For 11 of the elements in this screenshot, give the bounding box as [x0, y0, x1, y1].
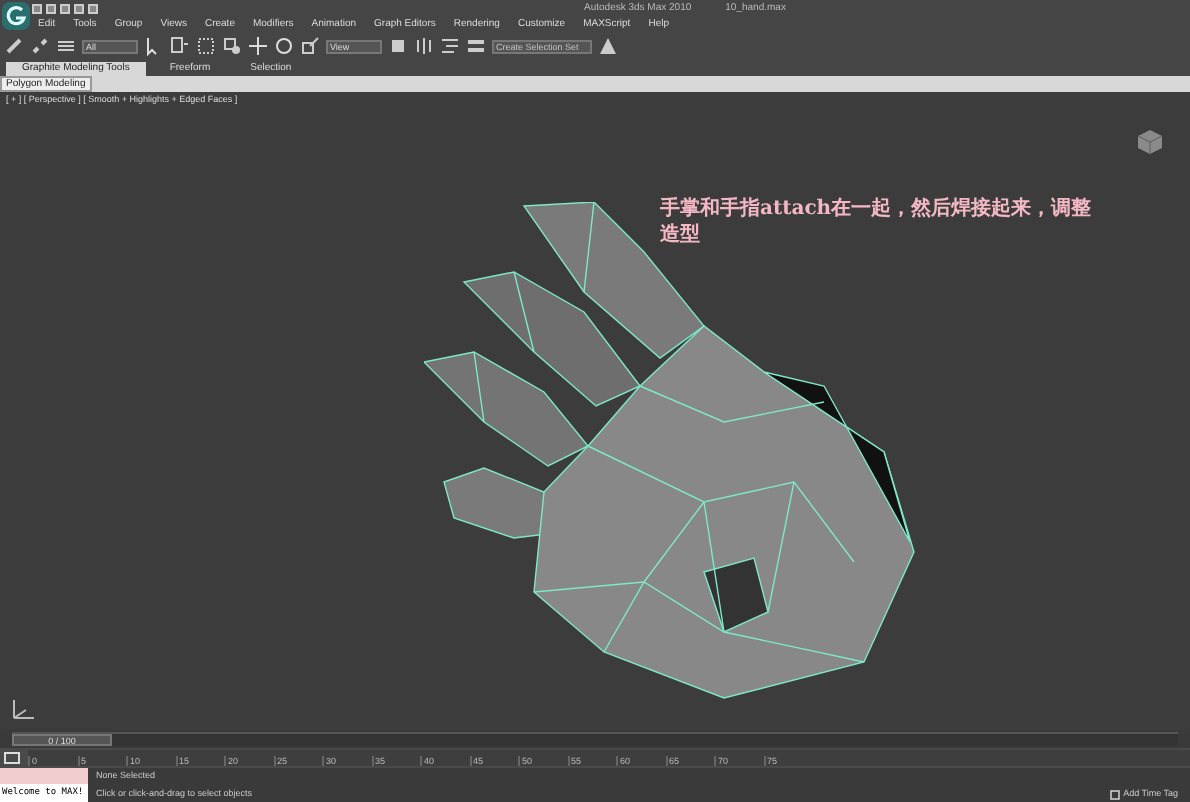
- window-crossing-icon[interactable]: [222, 36, 242, 56]
- scale-icon[interactable]: [300, 36, 320, 56]
- tag-icon[interactable]: [1109, 790, 1120, 800]
- axis-tripod-icon: [8, 698, 36, 722]
- annotation-text: 手掌和手指attach在一起，然后焊接起来，调整 造型: [660, 196, 1092, 248]
- app-logo-icon[interactable]: [2, 2, 30, 30]
- viewcube-icon[interactable]: [1136, 128, 1164, 156]
- rectangle-icon[interactable]: [196, 36, 216, 56]
- rotate-icon[interactable]: [274, 36, 294, 56]
- move-icon[interactable]: [248, 36, 268, 56]
- key-filter-icon[interactable]: [4, 752, 20, 764]
